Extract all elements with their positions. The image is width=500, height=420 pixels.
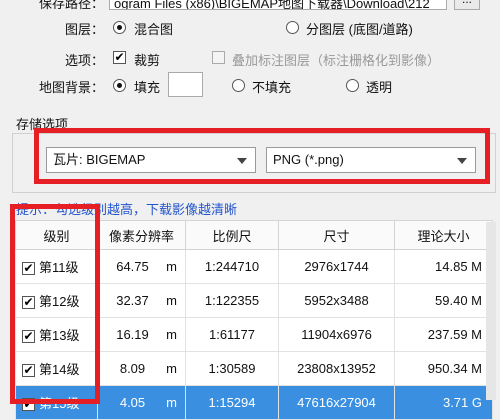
header-size[interactable]: 尺寸 <box>278 220 395 250</box>
resolution-cell: 32.37 m <box>97 283 186 318</box>
resolution-value: 32.37 <box>116 293 149 308</box>
resolution-cell: 64.75 m <box>97 249 186 284</box>
scale-cell: 1:122355 <box>185 283 279 318</box>
tile-source-value: 瓦片: BIGEMAP <box>53 152 146 167</box>
scale-cell: 1:30589 <box>185 351 279 386</box>
level-checkbox[interactable]: ✔ <box>22 330 35 344</box>
scale-cell: 1:244710 <box>185 249 279 284</box>
bg-transparent-label: 透明 <box>366 80 393 95</box>
level-checkbox[interactable]: ✔ <box>22 262 35 276</box>
layer-split-radio[interactable] <box>286 21 299 34</box>
level-cell[interactable]: ✔ 第13级 <box>15 317 98 352</box>
chevron-down-icon <box>457 158 467 164</box>
zoom-level-table: 级别 像素分辨率 比例尺 尺寸 理论大小 ✔ 第11级 64.75 m 1:2447… <box>15 220 493 420</box>
crop-label: 裁剪 <box>134 53 161 68</box>
browse-button[interactable]: ... <box>454 0 480 10</box>
header-level[interactable]: 级别 <box>15 220 98 250</box>
resolution-value: 64.75 <box>116 259 149 274</box>
tile-source-select[interactable]: 瓦片: BIGEMAP <box>46 147 256 173</box>
resolution-unit: m <box>166 327 177 342</box>
resolution-value: 4.05 <box>119 395 146 410</box>
table-row-selected[interactable]: ✔ 第15级 4.05 m 1:15294 47616x27904 3.71 G <box>15 385 493 420</box>
layer-label: 图层： <box>64 22 104 37</box>
bg-fill-radio[interactable] <box>113 79 126 92</box>
level-cell[interactable]: ✔ 第15级 <box>15 385 98 420</box>
level-label: 第14级 <box>39 362 80 377</box>
level-label: 第13级 <box>39 328 80 343</box>
resolution-cell: 8.09 m <box>97 351 186 386</box>
resolution-value: 8.09 <box>119 361 146 376</box>
resolution-unit: m <box>166 259 177 274</box>
table-row[interactable]: ✔ 第13级 16.19 m 1:61177 11904x6976 237.59 M <box>15 317 493 352</box>
layer-mixed-label: 混合图 <box>134 22 174 37</box>
level-checkbox[interactable]: ✔ <box>22 364 35 378</box>
table-row[interactable]: ✔ 第12级 32.37 m 1:122355 5952x3488 59.40 M <box>15 283 493 318</box>
chevron-down-icon <box>237 158 247 164</box>
resolution-cell: 16.19 m <box>97 317 186 352</box>
hint-text: 提示：勾选级别越高，下载影像越清晰 <box>16 202 238 217</box>
format-value: PNG (*.png) <box>273 152 344 167</box>
table-row[interactable]: ✔ 第11级 64.75 m 1:244710 2976x1744 14.85 M <box>15 249 493 284</box>
level-label: 第11级 <box>39 260 79 275</box>
size-cell: 47616x27904 <box>278 385 395 420</box>
size-cell: 5952x3488 <box>278 283 395 318</box>
save-path-label: 保存路径： <box>38 0 104 11</box>
level-checkbox[interactable]: ✔ <box>22 398 35 412</box>
table-row[interactable]: ✔ 第14级 8.09 m 1:30589 23808x13952 950.34 M <box>15 351 493 386</box>
bg-nofill-radio[interactable] <box>232 79 245 92</box>
save-path-field[interactable]: ogram Files (x86)\BIGEMAP地图下载器\Download\… <box>109 0 447 10</box>
layer-split-label: 分图层 (底图/道路) <box>306 22 413 37</box>
scale-cell: 1:15294 <box>185 385 279 420</box>
resolution-cell: 4.05 m <box>97 385 186 420</box>
size-cell: 23808x13952 <box>278 351 395 386</box>
theory-size-cell: 14.85 M <box>394 249 493 284</box>
resolution-unit: m <box>166 361 177 376</box>
layer-mixed-radio[interactable] <box>113 21 126 34</box>
background-label: 地图背景： <box>38 80 104 95</box>
table-header-row: 级别 像素分辨率 比例尺 尺寸 理论大小 <box>15 220 493 250</box>
crop-checkbox[interactable]: ✔ <box>113 51 126 64</box>
format-select[interactable]: PNG (*.png) <box>266 147 476 173</box>
header-resolution[interactable]: 像素分辨率 <box>97 220 186 250</box>
bg-fill-label: 填充 <box>134 80 161 95</box>
bg-nofill-label: 不填充 <box>252 80 292 95</box>
theory-size-cell: 950.34 M <box>394 351 493 386</box>
overlay-checkbox[interactable] <box>212 51 225 64</box>
level-cell[interactable]: ✔ 第12级 <box>15 283 98 318</box>
options-label: 选项： <box>64 53 104 68</box>
storage-section-label: 存储选项 <box>16 117 69 132</box>
resolution-unit: m <box>166 395 177 410</box>
resolution-unit: m <box>166 293 177 308</box>
header-scale[interactable]: 比例尺 <box>185 220 279 250</box>
theory-size-cell: 237.59 M <box>394 317 493 352</box>
level-label: 第15级 <box>39 396 80 411</box>
bg-color-swatch[interactable] <box>168 72 203 97</box>
header-theory-size[interactable]: 理论大小 <box>394 220 493 250</box>
theory-size-cell: 3.71 G <box>394 385 493 420</box>
bg-transparent-radio[interactable] <box>346 79 359 92</box>
resolution-value: 16.19 <box>116 327 149 342</box>
table-scrollbar[interactable] <box>486 222 496 400</box>
level-cell[interactable]: ✔ 第11级 <box>15 249 98 284</box>
save-path-value: ogram Files (x86)\BIGEMAP地图下载器\Download\… <box>114 0 430 10</box>
overlay-label: 叠加标注图层（标注栅格化到影像） <box>232 53 441 68</box>
size-cell: 2976x1744 <box>278 249 395 284</box>
level-checkbox[interactable]: ✔ <box>22 296 35 310</box>
size-cell: 11904x6976 <box>278 317 395 352</box>
level-cell[interactable]: ✔ 第14级 <box>15 351 98 386</box>
level-label: 第12级 <box>39 294 80 309</box>
theory-size-cell: 59.40 M <box>394 283 493 318</box>
scale-cell: 1:61177 <box>185 317 279 352</box>
